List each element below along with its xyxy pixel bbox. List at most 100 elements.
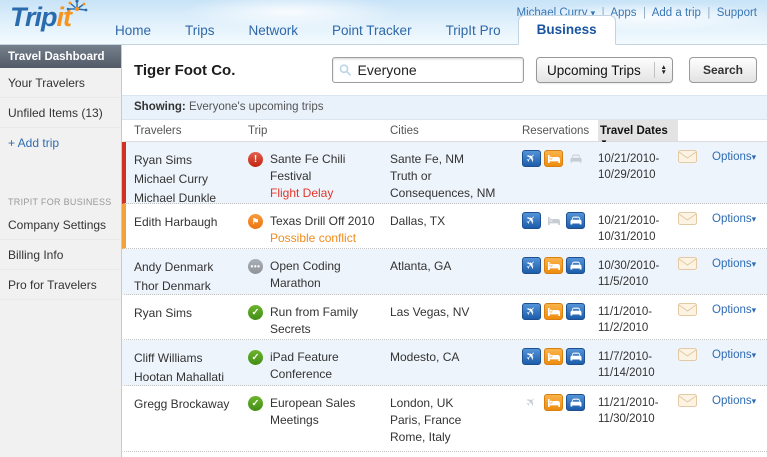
city: Atlanta, GA	[390, 259, 452, 273]
tab-network[interactable]: Network	[232, 17, 316, 45]
email-cell	[678, 295, 712, 339]
city: Rome, Italy	[390, 430, 451, 444]
city: Modesto, CA	[390, 350, 460, 364]
trip-filter-select[interactable]: Upcoming Trips ▲ ▼	[535, 57, 673, 83]
starburst-icon	[66, 0, 88, 12]
trip-row: Cliff Williams Hootan Mahallati ✓ iPad F…	[122, 340, 767, 386]
flight-icon-inactive: ✈	[522, 393, 541, 411]
cities-cell: Atlanta, GA	[390, 249, 522, 294]
trip-cell: ••• Open Coding Marathon	[248, 249, 390, 294]
col-header-cities: Cities	[390, 125, 419, 137]
tripit-logo[interactable]: Tripit	[10, 0, 88, 33]
traveler-name[interactable]: Ryan Sims	[134, 151, 242, 170]
hotel-icon	[544, 257, 563, 274]
city: Sante Fe, NM	[390, 152, 465, 166]
car-icon-inactive	[566, 150, 585, 167]
ok-check-icon: ✓	[248, 396, 263, 411]
trip-name[interactable]: European Sales Meetings	[270, 395, 390, 429]
envelope-icon[interactable]	[678, 212, 697, 225]
sidebar-item-your-travelers[interactable]: Your Travelers	[0, 68, 121, 98]
travelers-cell: Edith Harbaugh	[126, 204, 248, 248]
envelope-icon[interactable]	[678, 348, 697, 361]
showing-bar: Showing: Everyone's upcoming trips	[122, 95, 767, 120]
traveler-name[interactable]: Ryan Sims	[134, 304, 242, 323]
trip-cell: ⚑ Texas Drill Off 2010 Possible conflict	[248, 204, 390, 248]
options-cell: Options▾	[712, 204, 767, 248]
options-link[interactable]: Options▾	[712, 258, 756, 270]
hotel-icon	[544, 150, 563, 167]
main-nav-tabs: Home Trips Network Point Tracker TripIt …	[98, 15, 616, 45]
traveler-name[interactable]: Thor Denmark	[134, 277, 242, 296]
in-progress-icon: •••	[248, 259, 263, 274]
ok-check-icon: ✓	[248, 350, 263, 365]
trip-name[interactable]: Run from Family Secrets	[270, 304, 390, 338]
trip-cell: ✓ Run from Family Secrets	[248, 295, 390, 339]
trip-name[interactable]: Sante Fe Chili Festival	[270, 151, 390, 185]
options-link[interactable]: Options▾	[712, 304, 756, 316]
sidebar-item-company-settings[interactable]: Company Settings	[0, 210, 121, 240]
options-link[interactable]: Options▾	[712, 395, 756, 407]
options-link[interactable]: Options▾	[712, 349, 756, 361]
cities-cell: Dallas, TX	[390, 204, 522, 248]
envelope-icon[interactable]	[678, 394, 697, 407]
traveler-name[interactable]: Cliff Williams	[134, 349, 242, 368]
sidebar-item-travel-dashboard[interactable]: Travel Dashboard	[0, 45, 121, 68]
travelers-cell: Andy Denmark Thor Denmark	[126, 249, 248, 294]
tab-business[interactable]: Business	[517, 15, 616, 45]
col-header-reservations: Reservations	[522, 125, 590, 137]
tab-trips[interactable]: Trips	[168, 17, 232, 45]
travelers-cell: Cliff Williams Hootan Mahallati	[126, 340, 248, 385]
city: Truth or Consequences, NM	[390, 169, 496, 200]
traveler-name[interactable]: Gregg Brockaway	[134, 395, 242, 414]
conflict-flag-icon: ⚑	[248, 214, 263, 229]
city: London, UK	[390, 396, 454, 410]
col-header-travel-dates[interactable]: Travel Dates ▼	[598, 120, 678, 147]
flight-icon: ✈	[522, 149, 541, 167]
link-add-a-trip[interactable]: Add a trip	[652, 7, 701, 19]
traveler-name[interactable]: Michael Curry	[134, 170, 242, 189]
sidebar: Travel Dashboard Your Travelers Unfiled …	[0, 45, 122, 457]
options-caret-icon: ▾	[751, 259, 757, 269]
logo-text-trip: Trip	[10, 2, 58, 32]
travel-dates-cell: 10/30/2010- 11/5/2010	[598, 260, 660, 288]
trip-cell: ✓ iPad Feature Conference	[248, 340, 390, 385]
page-body: Travel Dashboard Your Travelers Unfiled …	[0, 45, 767, 457]
hotel-icon	[544, 303, 563, 320]
sidebar-item-unfiled-items[interactable]: Unfiled Items (13)	[0, 98, 121, 128]
sidebar-item-pro-for-travelers[interactable]: Pro for Travelers	[0, 270, 121, 300]
trip-row: Ryan Sims ✓ Run from Family Secrets Las …	[122, 295, 767, 340]
traveler-name[interactable]: Edith Harbaugh	[134, 213, 242, 232]
cities-cell: London, UK Paris, France Rome, Italy	[390, 386, 522, 451]
sidebar-item-billing-info[interactable]: Billing Info	[0, 240, 121, 270]
options-link[interactable]: Options▾	[712, 151, 756, 163]
hotel-icon	[544, 348, 563, 365]
email-cell	[678, 340, 712, 385]
tab-home[interactable]: Home	[98, 17, 168, 45]
envelope-icon[interactable]	[678, 150, 697, 163]
trip-alert-note: Flight Delay	[270, 186, 334, 200]
tab-point-tracker[interactable]: Point Tracker	[315, 17, 429, 45]
search-button[interactable]: Search	[688, 57, 757, 83]
trip-name[interactable]: Texas Drill Off 2010	[270, 213, 375, 230]
flight-icon: ✈	[522, 347, 541, 365]
options-caret-icon: ▾	[751, 214, 757, 224]
trip-name[interactable]: Open Coding Marathon	[270, 258, 390, 292]
flight-icon: ✈	[522, 302, 541, 320]
trip-name[interactable]: iPad Feature Conference	[270, 349, 390, 383]
car-icon	[566, 212, 585, 229]
link-support[interactable]: Support	[717, 7, 757, 19]
options-link[interactable]: Options▾	[712, 213, 756, 225]
envelope-icon[interactable]	[678, 303, 697, 316]
traveler-name[interactable]: Hootan Mahallati	[134, 368, 242, 387]
car-icon	[566, 348, 585, 365]
sidebar-add-trip-link[interactable]: + Add trip	[0, 128, 121, 157]
search-box[interactable]	[331, 57, 524, 83]
city: Dallas, TX	[390, 214, 446, 228]
company-name: Tiger Foot Co.	[134, 61, 236, 79]
trip-cell: ✓ European Sales Meetings	[248, 386, 390, 451]
travel-dates-cell: 10/21/2010- 10/31/2010	[598, 215, 660, 243]
search-input[interactable]	[357, 62, 517, 78]
tab-tripit-pro[interactable]: TripIt Pro	[429, 17, 518, 45]
envelope-icon[interactable]	[678, 257, 697, 270]
traveler-name[interactable]: Andy Denmark	[134, 258, 242, 277]
